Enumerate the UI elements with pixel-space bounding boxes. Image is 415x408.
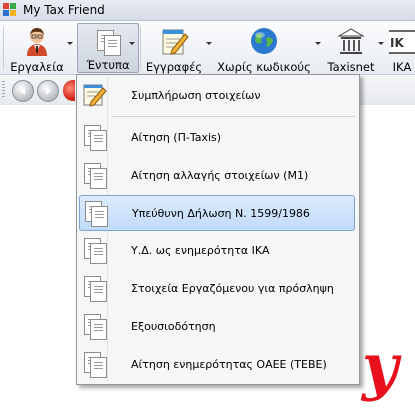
- menu-item-change-details-m1[interactable]: Αίτηση αλλαγής στοιχείων (Μ1): [79, 158, 355, 192]
- toolbar-grip: [2, 81, 5, 99]
- documents-icon: [80, 236, 108, 264]
- user-avatar-icon: [21, 25, 53, 57]
- menu-item-label: Υ.Δ. ως ενημερότητα ΙΚΑ: [131, 243, 270, 257]
- notepad-pencil-icon: [80, 81, 108, 109]
- nocodes-dropdown-arrow-icon[interactable]: [315, 42, 321, 45]
- menu-item-authorization[interactable]: Εξουσιοδότηση: [79, 309, 355, 343]
- records-dropdown-arrow-icon[interactable]: [206, 42, 212, 45]
- forward-button[interactable]: [37, 80, 59, 102]
- menu-item-employee-hiring[interactable]: Στοιχεία Εργαζόμενου για πρόσληψη: [79, 271, 355, 305]
- tools-dropdown-arrow-icon[interactable]: [67, 42, 73, 45]
- svg-text:IK: IK: [390, 36, 404, 50]
- menu-item-ika-clearance[interactable]: Υ.Δ. ως ενημερότητα ΙΚΑ: [79, 233, 355, 267]
- toolbar-nocodes-button[interactable]: Χωρίς κωδικούς: [216, 23, 312, 74]
- documents-icon: [80, 274, 108, 302]
- documents-icon: [80, 123, 108, 151]
- stop-button[interactable]: [63, 80, 75, 101]
- documents-icon: [92, 26, 124, 56]
- title-bar: My Tax Friend: [0, 0, 415, 21]
- menu-item-fill-details[interactable]: Συμπλήρωση στοιχείων: [79, 78, 355, 112]
- documents-icon: [81, 199, 109, 227]
- menu-item-label: Συμπλήρωση στοιχείων: [131, 88, 261, 102]
- toolbar-grip: [3, 27, 4, 69]
- toolbar-records-label: Εγγραφές: [145, 60, 203, 74]
- toolbar-records-button[interactable]: Εγγραφές: [144, 23, 204, 74]
- globe-icon: [248, 25, 280, 57]
- forms-dropdown-menu: Συμπλήρωση στοιχείων Αίτηση (Π-Taxis) Αί…: [76, 74, 360, 385]
- menu-item-label: Αίτηση ενημερότητας ΟΑΕΕ (ΤΕΒΕ): [131, 357, 327, 371]
- taxisnet-dropdown-arrow-icon[interactable]: [378, 42, 384, 45]
- menu-item-oaee-clearance[interactable]: Αίτηση ενημερότητας ΟΑΕΕ (ΤΕΒΕ): [79, 347, 355, 381]
- forms-dropdown-arrow-icon[interactable]: [129, 42, 135, 45]
- menu-separator: [111, 116, 355, 117]
- notepad-pencil-icon: [158, 25, 190, 57]
- menu-item-label: Υπεύθυνη Δήλωση Ν. 1599/1986: [132, 206, 310, 220]
- menu-item-label: Εξουσιοδότηση: [131, 319, 216, 333]
- toolbar-forms-button[interactable]: Έντυπα: [77, 23, 139, 73]
- toolbar-tools-button[interactable]: Εργαλεία: [8, 23, 66, 74]
- back-button[interactable]: [12, 80, 34, 102]
- arrow-left-icon: [20, 87, 25, 95]
- toolbar-taxisnet-button[interactable]: Taxisnet: [326, 23, 376, 74]
- documents-icon: [80, 312, 108, 340]
- building-icon: [335, 25, 367, 57]
- menu-item-label: Στοιχεία Εργαζόμενου για πρόσληψη: [131, 281, 334, 295]
- toolbar-separator: [140, 27, 141, 69]
- brand-logo: y: [362, 330, 399, 403]
- menu-item-label: Αίτηση αλλαγής στοιχείων (Μ1): [131, 168, 309, 182]
- toolbar-taxisnet-label: Taxisnet: [327, 60, 375, 74]
- menu-item-solemn-declaration[interactable]: Υπεύθυνη Δήλωση Ν. 1599/1986: [79, 195, 355, 231]
- main-toolbar: Εργαλεία Έντυπα Εγγραφές Χωρίς κωδικούς …: [0, 21, 415, 75]
- app-icon: [3, 3, 17, 17]
- documents-icon: [80, 161, 108, 189]
- window-title: My Tax Friend: [23, 3, 105, 17]
- menu-item-application-ptaxis[interactable]: Αίτηση (Π-Taxis): [79, 120, 355, 154]
- toolbar-forms-label: Έντυπα: [86, 58, 130, 72]
- ika-logo-icon: IK: [389, 25, 415, 57]
- arrow-right-icon: [46, 87, 51, 95]
- toolbar-ika-button[interactable]: IK ΙΚΑ: [389, 23, 415, 71]
- documents-icon: [80, 350, 108, 378]
- toolbar-nocodes-label: Χωρίς κωδικούς: [217, 60, 311, 74]
- toolbar-ika-label: ΙΚΑ: [392, 60, 412, 71]
- menu-item-label: Αίτηση (Π-Taxis): [131, 130, 222, 144]
- toolbar-tools-label: Εργαλεία: [10, 60, 64, 74]
